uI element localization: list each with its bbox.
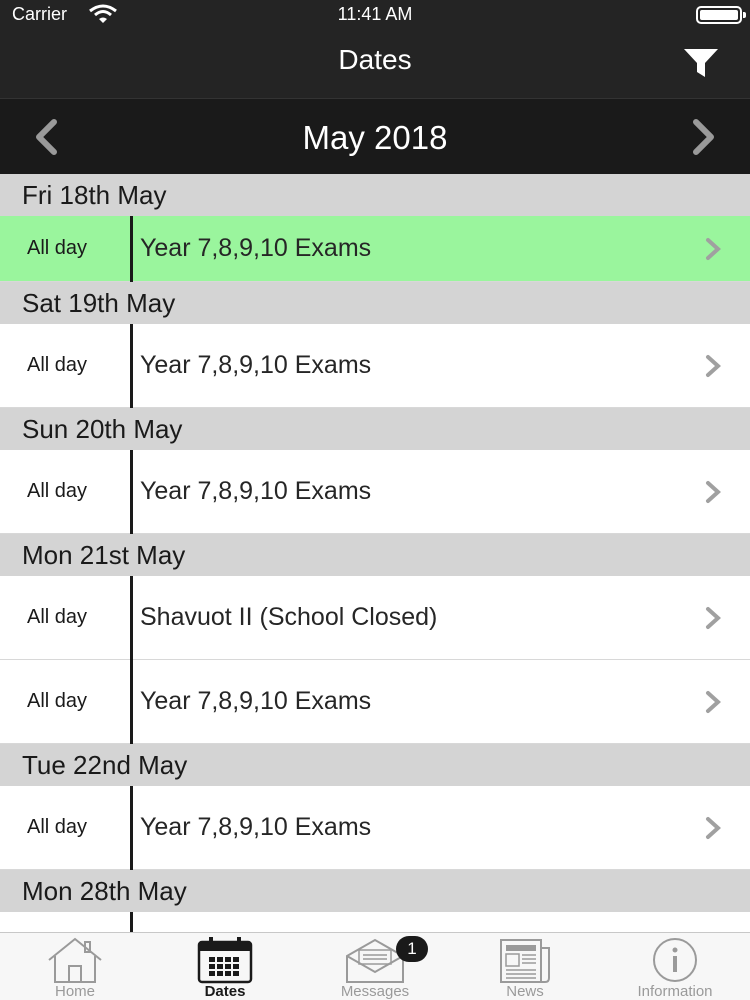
- event-time: All day: [27, 354, 88, 376]
- event-row[interactable]: All day Year 7,8,9,10 Exams: [0, 216, 750, 282]
- tab-label: Dates: [204, 983, 246, 1000]
- event-time: All day: [27, 690, 88, 712]
- battery-icon: [696, 6, 746, 24]
- messages-badge: 1: [396, 936, 428, 962]
- tab-messages[interactable]: Messages: [300, 933, 450, 1000]
- nav-bar: Dates: [0, 28, 750, 98]
- tab-news[interactable]: News: [450, 933, 600, 1000]
- month-selector: May 2018: [0, 98, 750, 174]
- month-label: May 2018: [302, 119, 448, 156]
- section-header: Mon 21st May: [0, 534, 750, 576]
- event-time: All day: [27, 816, 88, 838]
- event-row[interactable]: All day Year 7,8,9,10 Exams: [0, 786, 750, 870]
- event-time: All day: [27, 480, 88, 502]
- event-row[interactable]: All day Year 7,8,9,10 Exams: [0, 324, 750, 408]
- event-title: Year 7,8,9,10 Exams: [140, 477, 372, 505]
- event-row[interactable]: All day Year 7,8,9,10 Exams: [0, 660, 750, 744]
- tab-label: Information: [637, 983, 713, 1000]
- event-title: Year 7,8,9,10 Exams: [140, 813, 372, 841]
- status-time: 11:41 AM: [337, 4, 413, 24]
- event-time: All day: [27, 237, 88, 259]
- chevron-right-icon: [706, 237, 721, 260]
- tab-home[interactable]: Home: [0, 933, 150, 1000]
- tab-information[interactable]: Information: [600, 933, 750, 1000]
- info-icon: [653, 938, 697, 982]
- event-row[interactable]: All day Shavuot II (School Closed): [0, 576, 750, 660]
- chevron-right-icon: [706, 354, 721, 377]
- section-header: Tue 22nd May: [0, 744, 750, 786]
- tab-label: Home: [54, 983, 95, 1000]
- event-title: Year 7,8,9,10 Exams: [140, 687, 372, 715]
- event-title: Shavuot II (School Closed): [140, 603, 438, 631]
- event-title: Year 7,8,9,10 Exams: [140, 351, 372, 379]
- section-header: Sat 19th May: [0, 282, 750, 324]
- chevron-right-icon[interactable]: [686, 117, 722, 157]
- section-header: Fri 18th May: [0, 174, 750, 216]
- chevron-right-icon: [706, 690, 721, 713]
- tab-label: News: [506, 983, 544, 1000]
- event-row[interactable]: All day Year 7,8,9,10 Exams: [0, 450, 750, 534]
- page-title: Dates: [338, 44, 412, 75]
- status-bar: Carrier 11:41 AM: [0, 0, 750, 28]
- section-header: Mon 28th May: [0, 870, 750, 912]
- filter-icon[interactable]: [682, 46, 720, 80]
- section-header: Sun 20th May: [0, 408, 750, 450]
- tab-label: Messages: [340, 983, 410, 1000]
- newspaper-icon: [500, 939, 550, 983]
- home-icon: [48, 937, 102, 983]
- event-title: Year 7,8,9,10 Exams: [140, 234, 372, 262]
- chevron-right-icon: [706, 816, 721, 839]
- tab-dates[interactable]: Dates: [150, 933, 300, 1000]
- event-time: All day: [27, 606, 88, 628]
- chevron-right-icon: [706, 480, 721, 503]
- chevron-right-icon: [706, 606, 721, 629]
- tab-bar: Home Dates Messages News Information: [0, 932, 750, 1000]
- event-list[interactable]: Fri 18th May All day Year 7,8,9,10 Exams…: [0, 174, 750, 932]
- calendar-icon: [197, 937, 253, 984]
